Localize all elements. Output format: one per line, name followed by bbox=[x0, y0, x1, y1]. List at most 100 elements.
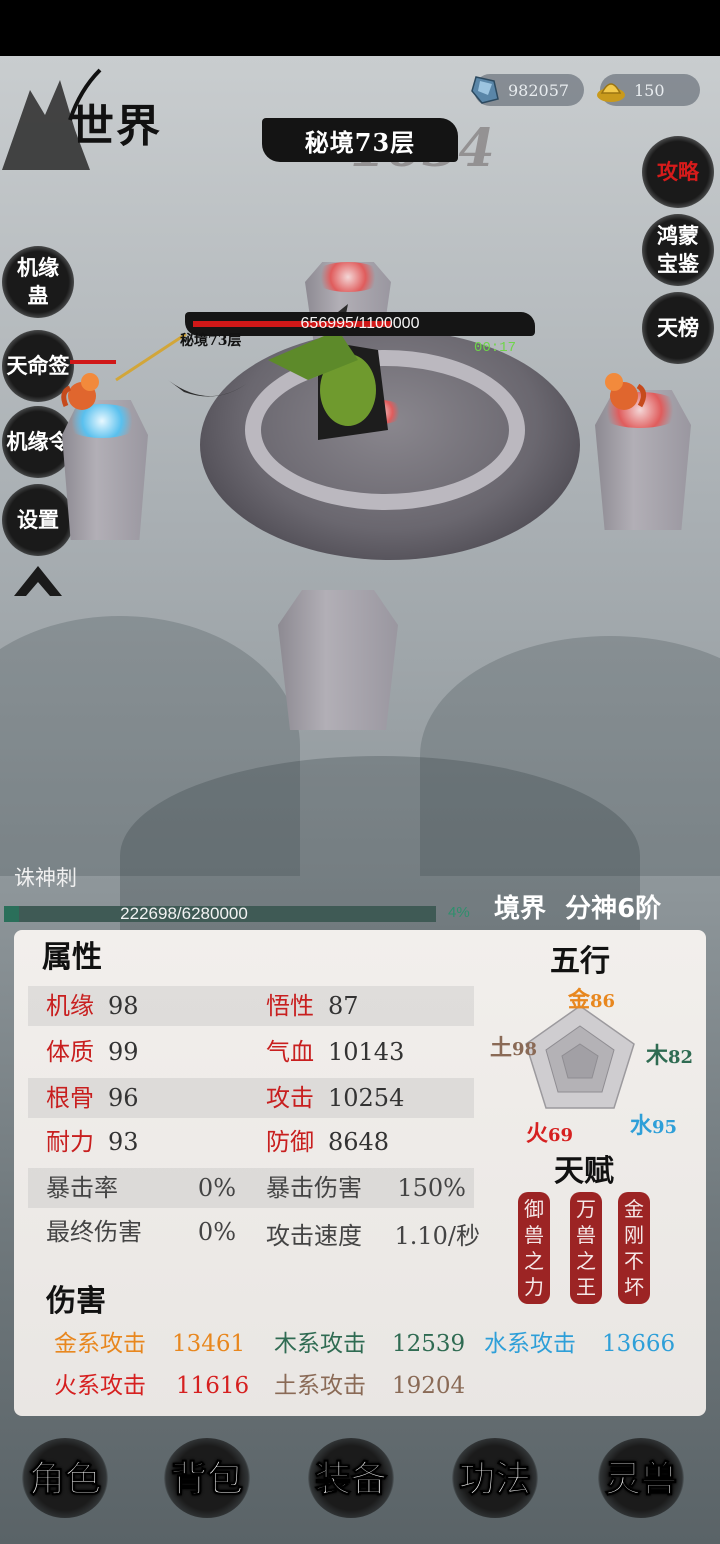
element-metal-label: 金 bbox=[568, 987, 591, 1013]
stage-title: 秘境73层 bbox=[262, 118, 458, 162]
enemy-pet-sprite-icon bbox=[605, 373, 646, 410]
stat-label: 机缘 bbox=[46, 992, 94, 1020]
talent-title: 天赋 bbox=[554, 1154, 614, 1189]
stat-label: 最终伤害 bbox=[46, 1218, 142, 1246]
stat-value: 10143 bbox=[328, 1038, 405, 1066]
stat-value: 96 bbox=[108, 1084, 139, 1112]
stat-value: 99 bbox=[108, 1038, 139, 1066]
damage-earth-label: 土系攻击 bbox=[274, 1373, 366, 1399]
element-wood-label: 木 bbox=[646, 1043, 669, 1069]
damage-wood: 木系攻击 12539 bbox=[274, 1324, 465, 1358]
damage-title: 伤害 bbox=[46, 1284, 106, 1319]
damage-water-value: 13666 bbox=[602, 1331, 676, 1357]
stat-label: 攻击 bbox=[266, 1084, 314, 1112]
stat-label: 耐力 bbox=[46, 1128, 94, 1156]
status-bar bbox=[0, 0, 720, 56]
stat-value: 87 bbox=[328, 992, 359, 1020]
wuxing-radar-chart bbox=[525, 1005, 635, 1109]
hongmeng-label: 鸿蒙宝鉴 bbox=[657, 223, 699, 276]
stat-row: 暴击率 0% 暴击伤害 150% bbox=[28, 1168, 474, 1208]
realm-label: 境界 bbox=[494, 894, 547, 924]
damage-earth: 土系攻击 19204 bbox=[274, 1366, 465, 1400]
front-pillar bbox=[278, 590, 398, 730]
element-earth-label: 土 bbox=[490, 1035, 513, 1061]
stat-label: 攻击速度 bbox=[266, 1222, 362, 1250]
nav-character[interactable]: 角色 bbox=[8, 1432, 122, 1520]
stat-value: 150% bbox=[397, 1174, 466, 1202]
boss-stage-label: 秘境73层 bbox=[180, 333, 242, 349]
damage-fire-label: 火系攻击 bbox=[54, 1373, 146, 1399]
stat-label: 气血 bbox=[266, 1038, 314, 1066]
gold-currency[interactable]: 150 bbox=[597, 74, 700, 106]
page-title: 世界 bbox=[70, 101, 162, 152]
stat-value: 0% bbox=[197, 1174, 236, 1202]
stat-value: 8648 bbox=[328, 1128, 390, 1156]
element-water: 水95 bbox=[630, 1108, 677, 1140]
stat-label: 暴击伤害 bbox=[266, 1174, 362, 1202]
nav-spirit-beast[interactable]: 灵兽 bbox=[584, 1432, 698, 1520]
stat-value: 10254 bbox=[328, 1084, 405, 1112]
player-pet-sprite-icon bbox=[61, 373, 99, 410]
element-wood: 木82 bbox=[646, 1038, 693, 1070]
stat-label: 悟性 bbox=[266, 992, 314, 1020]
element-fire-label: 火 bbox=[526, 1121, 549, 1147]
stat-label: 根骨 bbox=[46, 1084, 94, 1112]
exp-bar: 222698/6280000 bbox=[4, 904, 436, 923]
element-fire-value: 69 bbox=[548, 1125, 574, 1146]
strategy-button[interactable]: 攻略 bbox=[642, 136, 714, 208]
nav-spirit-beast-label: 灵兽 bbox=[604, 1458, 677, 1501]
settings-label: 设置 bbox=[17, 507, 59, 532]
stat-row: 机缘 98 悟性 87 bbox=[28, 986, 474, 1026]
element-water-value: 95 bbox=[652, 1117, 678, 1138]
element-fire: 火69 bbox=[526, 1116, 573, 1148]
wuxing-title: 五行 bbox=[550, 944, 610, 979]
battle-timer: 00:17 bbox=[474, 340, 517, 356]
attributes-title: 属性 bbox=[42, 940, 102, 975]
ranking-label: 天榜 bbox=[657, 315, 699, 340]
active-skill-name: 诛神刺 bbox=[14, 866, 77, 890]
nav-skills-label: 功法 bbox=[458, 1458, 531, 1501]
damage-metal: 金系攻击 13461 bbox=[54, 1324, 245, 1358]
stat-value: 98 bbox=[108, 992, 139, 1020]
gold-count: 150 bbox=[634, 80, 665, 100]
crystal-count: 982057 bbox=[508, 80, 570, 100]
damage-wood-value: 12539 bbox=[392, 1331, 466, 1357]
element-metal-value: 86 bbox=[590, 991, 616, 1012]
stat-row: 体质 99 气血 10143 bbox=[28, 1032, 474, 1072]
stat-value: 0% bbox=[197, 1218, 236, 1246]
nav-equipment[interactable]: 装备 bbox=[294, 1432, 408, 1520]
talent-item[interactable]: 万兽之王 bbox=[570, 1192, 602, 1304]
stat-row: 耐力 93 防御 8648 bbox=[28, 1122, 474, 1162]
ranking-button[interactable]: 天榜 bbox=[642, 292, 714, 364]
collapse-arrow-icon[interactable] bbox=[10, 560, 66, 600]
stat-value: 93 bbox=[108, 1128, 139, 1156]
settings-button[interactable]: 设置 bbox=[2, 484, 74, 556]
damage-water: 水系攻击 13666 bbox=[484, 1324, 675, 1358]
element-earth-value: 98 bbox=[512, 1039, 538, 1060]
talent-item[interactable]: 金刚不坏 bbox=[618, 1192, 650, 1304]
nav-skills[interactable]: 功法 bbox=[438, 1432, 552, 1520]
nav-backpack[interactable]: 背包 bbox=[150, 1432, 264, 1520]
strategy-label: 攻略 bbox=[657, 159, 699, 184]
exp-percent: 4% bbox=[448, 904, 470, 921]
crystal-currency[interactable]: 982057 bbox=[471, 74, 584, 106]
player-hp-bar bbox=[70, 360, 116, 364]
damage-fire-value: 11616 bbox=[176, 1373, 250, 1399]
damage-water-label: 水系攻击 bbox=[484, 1331, 576, 1357]
fortune-token-label: 机缘令 bbox=[6, 429, 70, 454]
damage-wood-label: 木系攻击 bbox=[274, 1331, 366, 1357]
realm-value: 分神6阶 bbox=[565, 894, 662, 924]
realm-display: 境界 分神6阶 bbox=[494, 888, 661, 925]
damage-earth-value: 19204 bbox=[392, 1373, 466, 1399]
damage-metal-value: 13461 bbox=[172, 1331, 246, 1357]
fortune-gu-button[interactable]: 机缘蛊 bbox=[2, 246, 74, 318]
fortune-gu-label: 机缘蛊 bbox=[17, 255, 59, 308]
exp-text: 222698/6280000 bbox=[120, 904, 248, 923]
stat-row: 最终伤害 0% 攻击速度 1.10/秒 bbox=[28, 1212, 480, 1252]
hongmeng-treasure-button[interactable]: 鸿蒙宝鉴 bbox=[642, 214, 714, 286]
element-wood-value: 82 bbox=[668, 1047, 694, 1068]
talent-item[interactable]: 御兽之力 bbox=[518, 1192, 550, 1304]
nav-character-label: 角色 bbox=[28, 1458, 101, 1501]
nav-backpack-label: 背包 bbox=[170, 1458, 243, 1501]
stat-row: 根骨 96 攻击 10254 bbox=[28, 1078, 474, 1118]
